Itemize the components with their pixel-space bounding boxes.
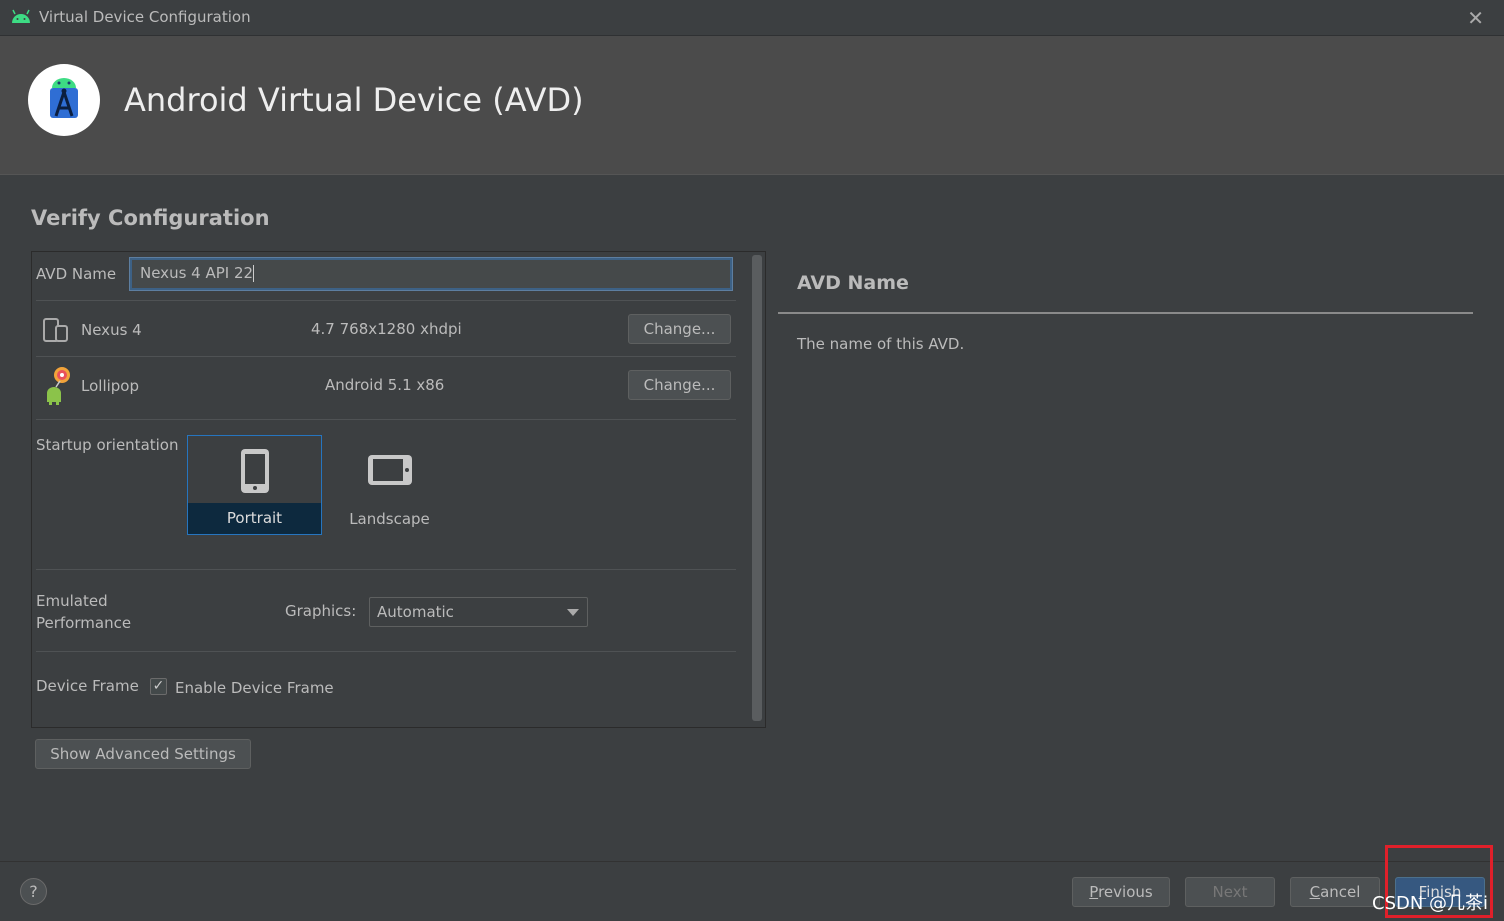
landscape-label: Landscape [349,510,430,528]
enable-device-frame-label: Enable Device Frame [175,679,334,697]
android-studio-logo [28,64,100,136]
enable-device-frame-checkbox[interactable]: ✓ [150,678,167,695]
panel-scrollbar[interactable] [752,255,762,721]
device-icon [43,318,68,342]
chevron-down-icon [567,609,579,616]
cancel-button[interactable]: Cancel [1290,877,1380,907]
lollipop-icon [47,367,70,405]
landscape-phone-icon [368,455,412,485]
previous-button[interactable]: Previous [1072,877,1170,907]
header-banner: Android Virtual Device (AVD) [0,36,1504,175]
help-text: The name of this AVD. [797,335,965,353]
divider [36,419,736,420]
orientation-portrait[interactable]: Portrait [187,435,322,535]
graphics-label: Graphics: [285,602,357,620]
change-device-button[interactable]: Change... [628,314,731,344]
system-image-name: Lollipop [81,377,139,395]
system-image-spec: Android 5.1 x86 [325,376,445,394]
divider [36,569,736,570]
avd-name-label: AVD Name [36,265,117,283]
divider [36,300,736,301]
change-system-image-button[interactable]: Change... [628,370,731,400]
window-title: Virtual Device Configuration [39,8,251,26]
portrait-phone-icon [241,449,269,493]
help-icon[interactable]: ? [20,878,47,905]
watermark: CSDN @几茶i [1372,893,1489,914]
title-bar: Virtual Device Configuration ✕ [0,0,1504,36]
text-caret [253,265,255,282]
configuration-panel: AVD Name Nexus 4 API 22 Nexus 4 4.7 768x… [31,251,766,728]
help-divider [778,312,1473,314]
page-heading: Android Virtual Device (AVD) [124,81,584,119]
avd-name-input[interactable]: Nexus 4 API 22 [130,258,732,290]
orientation-landscape[interactable]: Landscape [322,435,457,535]
next-button[interactable]: Next [1185,877,1275,907]
graphics-value: Automatic [377,603,454,621]
device-frame-label: Device Frame [36,677,139,695]
emulated-performance-label-line1: Emulated [36,592,108,610]
show-advanced-settings-button[interactable]: Show Advanced Settings [35,739,251,769]
android-logo-icon [12,9,30,23]
footer-divider [0,861,1504,862]
device-name: Nexus 4 [81,321,142,339]
startup-orientation-label: Startup orientation [36,436,179,454]
graphics-select[interactable]: Automatic [369,597,588,627]
avd-name-value: Nexus 4 API 22 [140,264,254,282]
help-title: AVD Name [797,272,909,294]
divider [36,356,736,357]
divider [36,651,736,652]
emulated-performance-label-line2: Performance [36,614,132,632]
device-spec: 4.7 768x1280 xhdpi [311,320,462,338]
android-studio-icon [50,78,78,118]
portrait-label: Portrait [188,503,321,534]
section-title: Verify Configuration [31,206,270,230]
close-icon[interactable]: ✕ [1467,6,1484,30]
